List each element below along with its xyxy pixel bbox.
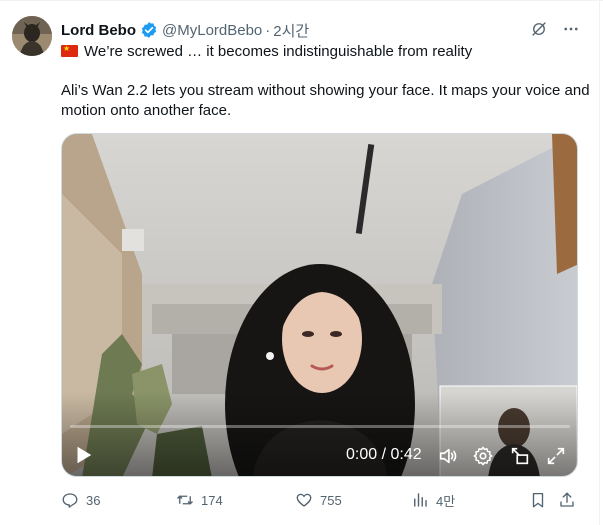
video-timecode: 0:00 / 0:42: [346, 446, 422, 463]
verified-badge-icon: [140, 21, 158, 39]
tweet-text-line1: We’re screwed … it becomes indistinguish…: [61, 41, 472, 61]
china-flag-icon: [61, 43, 78, 57]
reply-button[interactable]: 36: [61, 490, 100, 510]
display-name[interactable]: Lord Bebo: [61, 22, 136, 39]
popout-icon[interactable]: [509, 445, 531, 467]
avatar[interactable]: [12, 16, 52, 56]
right-divider: [599, 0, 600, 525]
repost-button[interactable]: 174: [176, 490, 223, 510]
tweet-text-second: Ali’s Wan 2.2 lets you stream without sh…: [61, 82, 590, 119]
views-button[interactable]: 4만: [411, 490, 455, 510]
tweet-text-first: We’re screwed … it becomes indistinguish…: [84, 42, 473, 60]
more-options-icon[interactable]: [560, 18, 582, 40]
top-divider: [0, 0, 603, 1]
tweet-header: Lord Bebo @MyLordBebo · 2시간: [61, 20, 309, 40]
repost-icon: [177, 495, 193, 505]
share-icon: [560, 492, 574, 507]
settings-gear-icon[interactable]: [472, 445, 494, 467]
volume-icon[interactable]: [437, 445, 459, 467]
tweet-top-actions: [528, 18, 582, 40]
bookmark-button[interactable]: [529, 490, 547, 510]
tweet-actions: 36 174 755 4만: [61, 490, 591, 510]
separator-dot: ·: [265, 21, 271, 39]
video-controls: 0:00 / 0:42: [62, 434, 577, 476]
author-handle[interactable]: @MyLordBebo: [162, 22, 262, 39]
repost-count: 174: [201, 492, 223, 508]
play-icon[interactable]: [72, 444, 94, 466]
views-count: 4만: [436, 493, 456, 509]
like-button[interactable]: 755: [295, 490, 342, 510]
reply-count: 36: [86, 492, 101, 508]
video-player[interactable]: 0:00 / 0:42: [61, 133, 578, 477]
bookmark-icon: [532, 492, 544, 508]
reply-icon: [62, 493, 78, 508]
video-frame: [62, 134, 577, 476]
fullscreen-icon[interactable]: [545, 445, 567, 467]
like-count: 755: [320, 492, 342, 508]
views-chart-icon: [414, 493, 427, 507]
share-button[interactable]: [558, 490, 576, 510]
heart-icon: [296, 493, 312, 507]
grok-icon[interactable]: [528, 18, 550, 40]
timestamp[interactable]: 2시간: [273, 20, 309, 41]
